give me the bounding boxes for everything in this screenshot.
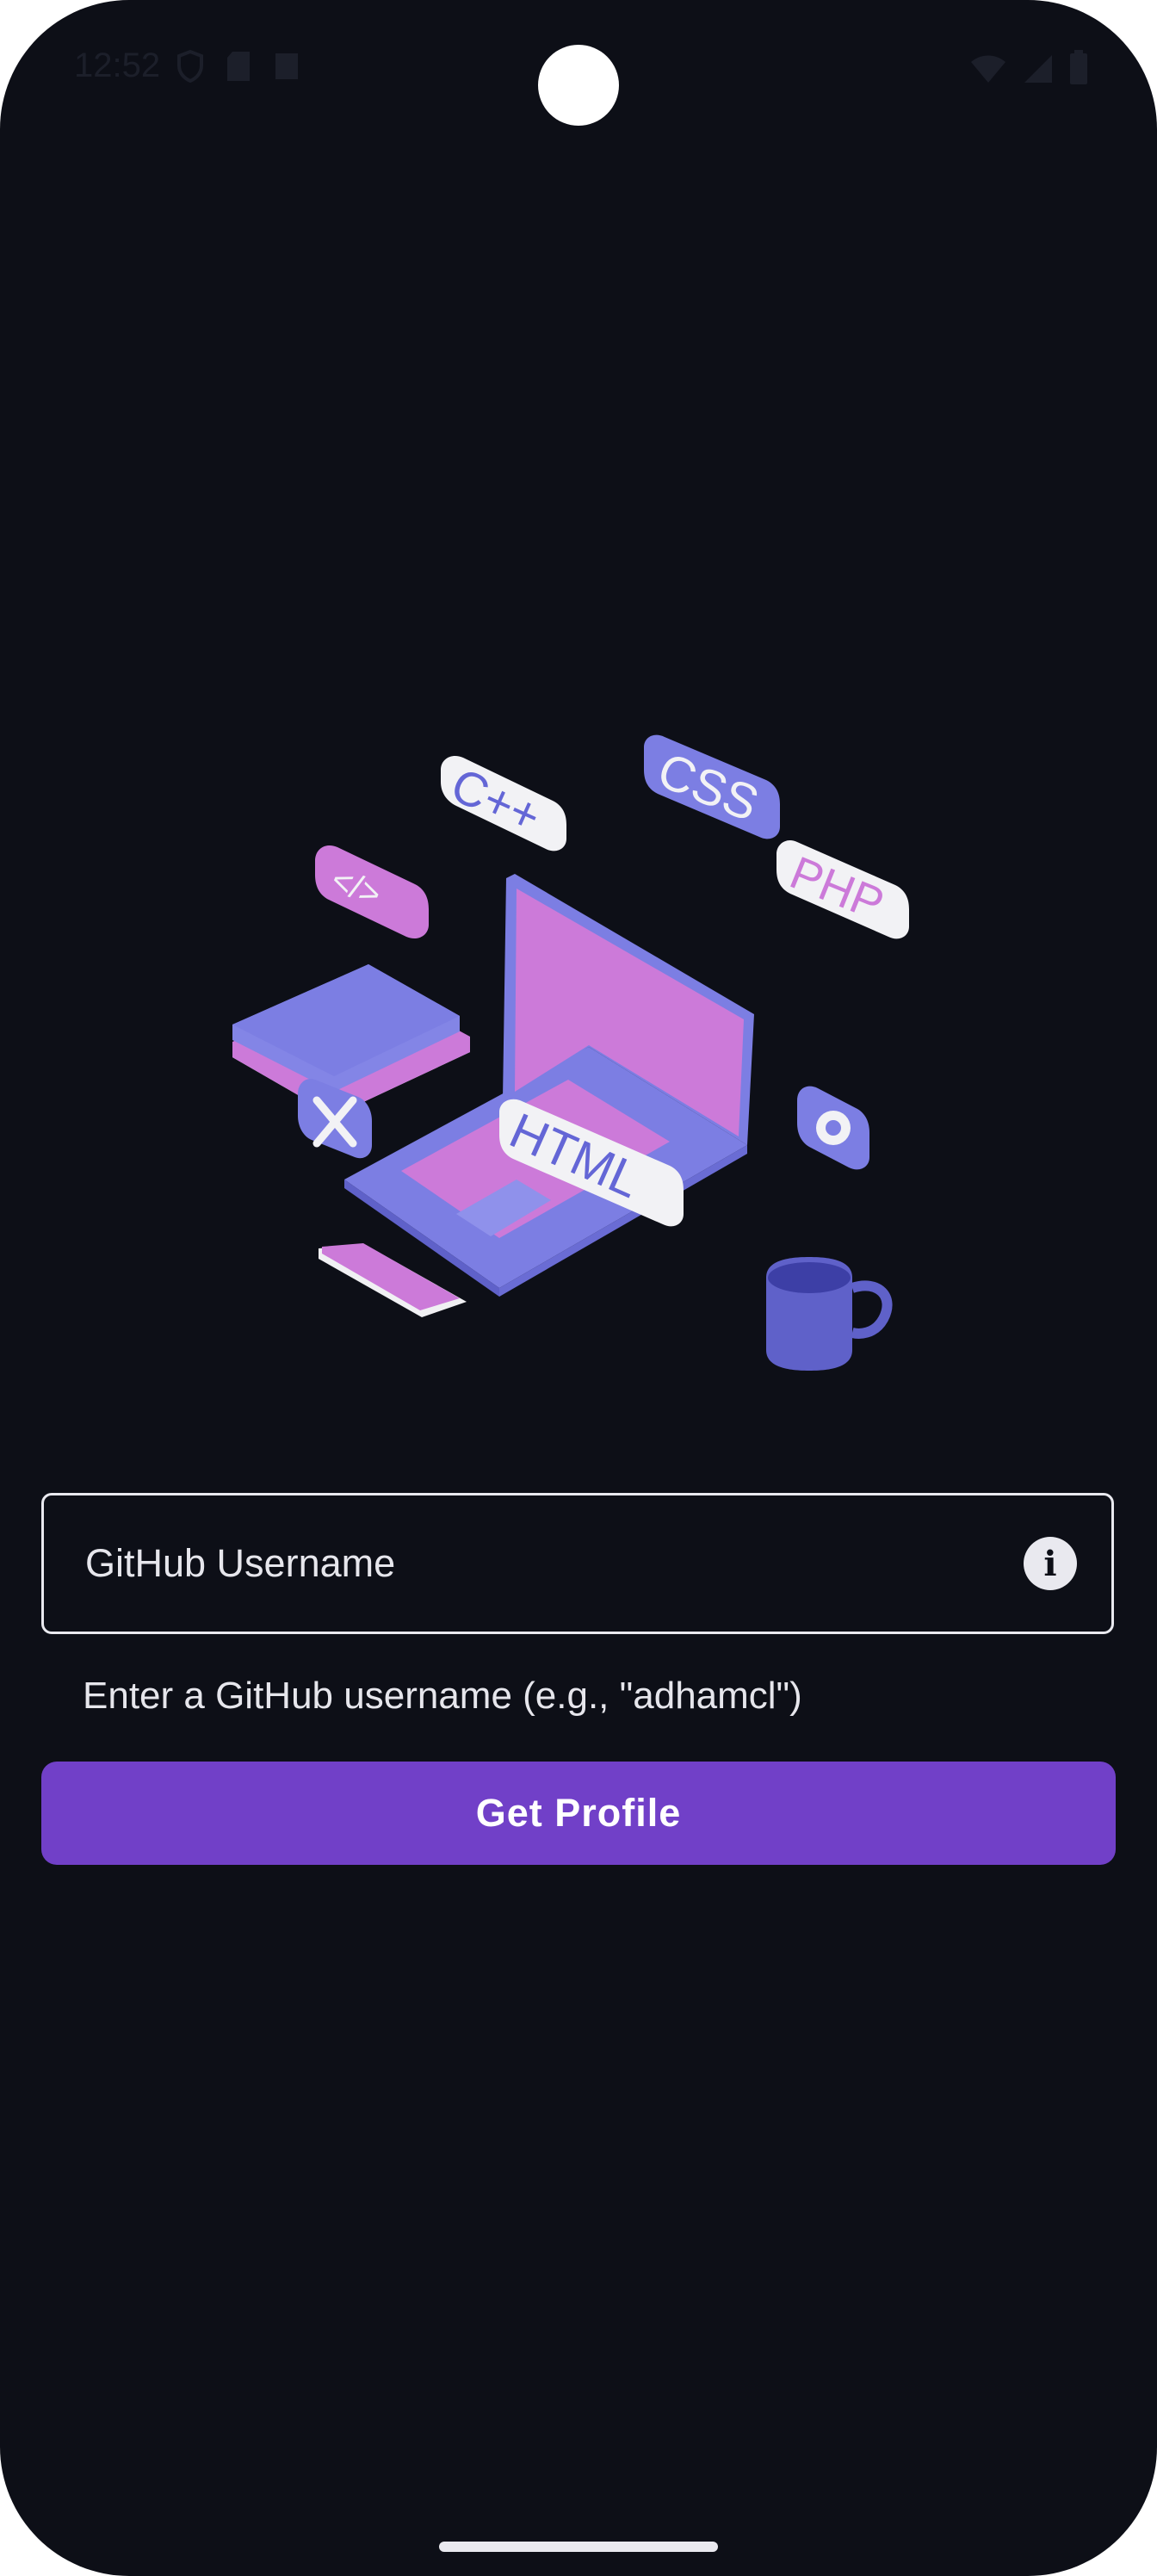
sd-card-icon <box>227 52 250 81</box>
wifi-icon <box>971 55 1005 83</box>
status-left-icons <box>177 50 300 83</box>
php-badge: PHP <box>776 839 909 939</box>
gear-badge <box>797 1086 869 1170</box>
home-indicator[interactable] <box>439 2542 718 2552</box>
username-input[interactable] <box>84 1540 1024 1587</box>
status-time: 12:52 <box>74 46 161 84</box>
username-field[interactable]: i <box>41 1493 1114 1634</box>
signal-icon <box>1024 55 1052 83</box>
get-profile-button[interactable]: Get Profile <box>41 1762 1116 1865</box>
accessibility-icon <box>275 53 298 79</box>
code-badge: </> <box>315 845 429 939</box>
app-screen: 12:52 HTML </> C++ CSS PHP GitHub Userna… <box>0 0 1157 2576</box>
css-badge: CSS <box>644 734 780 839</box>
developer-laptop-illustration: HTML </> C++ CSS PHP <box>232 734 909 1371</box>
battery-icon <box>1070 50 1087 84</box>
shield-icon <box>177 50 203 83</box>
laptop-object <box>344 874 754 1297</box>
cpp-badge: C++ <box>441 755 566 851</box>
mug-object <box>766 1257 893 1371</box>
books-object <box>232 964 470 1116</box>
username-helper-text: Enter a GitHub username (e.g., "adhamcl"… <box>83 1675 802 1717</box>
php-badge-label: PHP <box>783 846 891 930</box>
info-icon[interactable]: i <box>1024 1537 1077 1590</box>
front-camera <box>538 45 619 126</box>
status-right-icons <box>969 50 1088 84</box>
